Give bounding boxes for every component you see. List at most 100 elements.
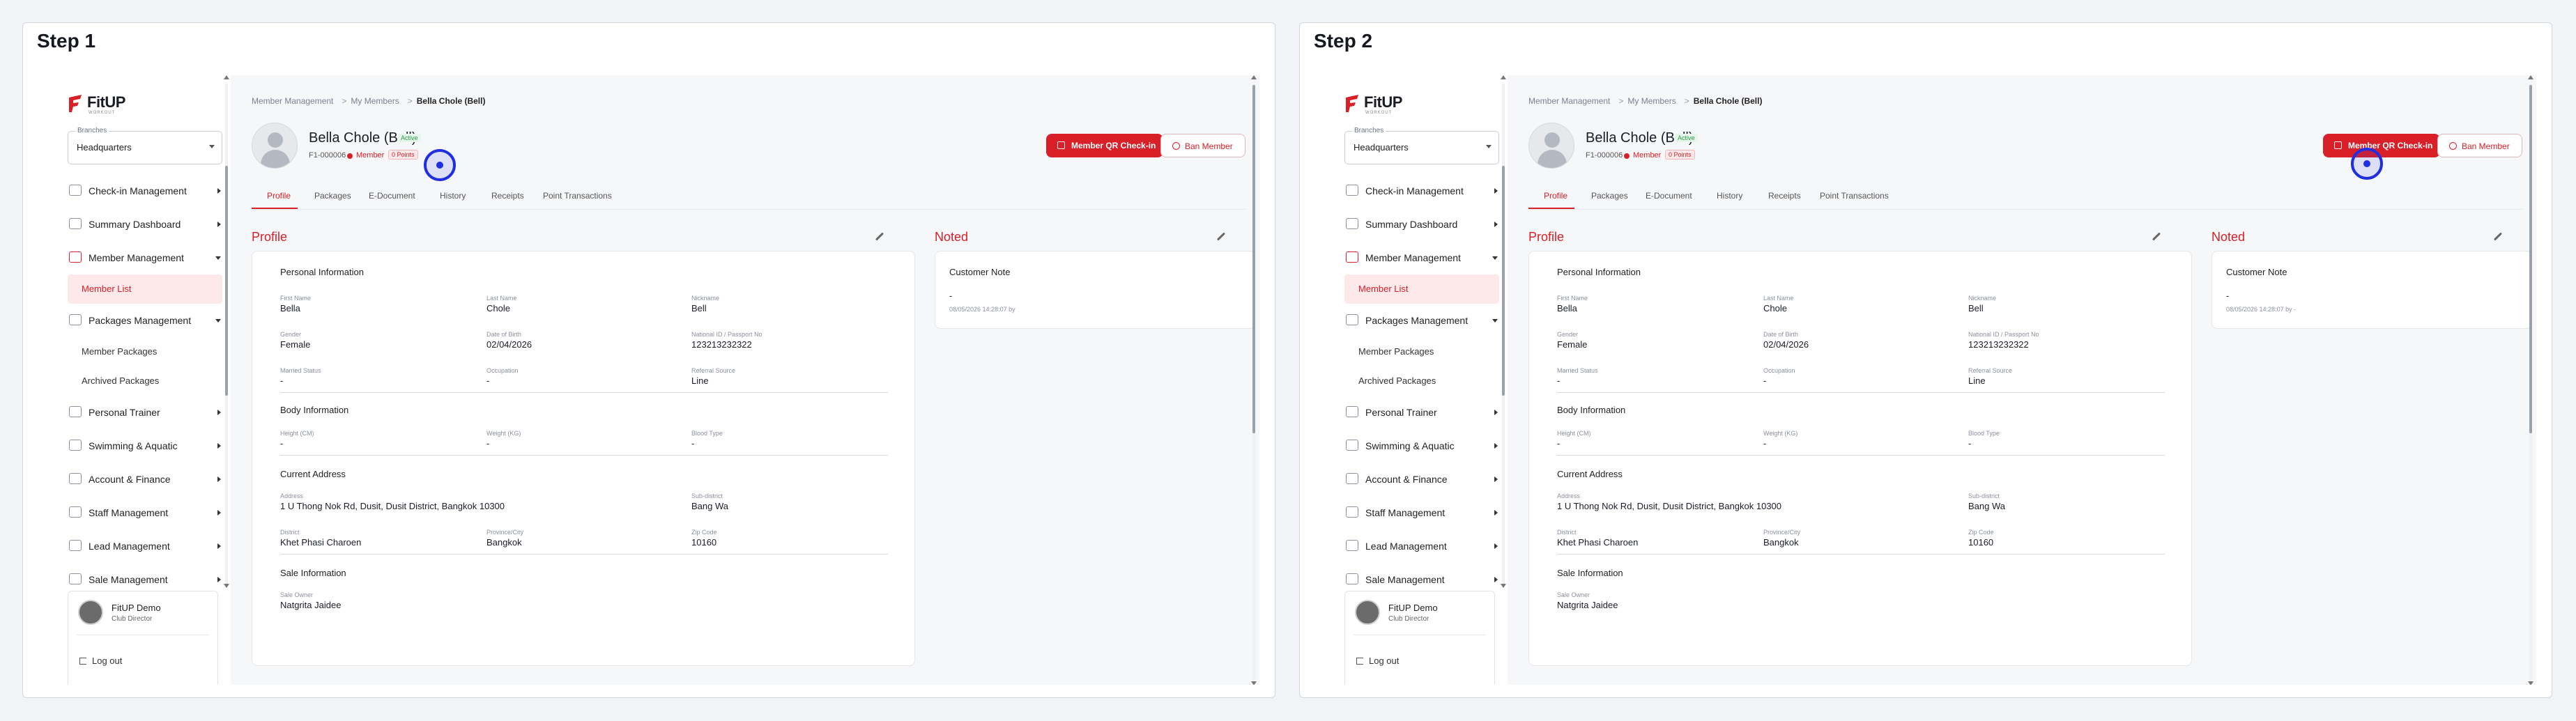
scroll-thumb[interactable] — [1502, 166, 1505, 396]
logo-mark-icon — [69, 95, 82, 112]
avatar — [78, 600, 103, 625]
breadcrumb-item[interactable]: Member Management — [1528, 96, 1610, 106]
field-label: Married Status — [1557, 367, 1598, 374]
field-value: - — [1763, 375, 1767, 386]
sidebar-item-summary[interactable]: Summary Dashboard — [68, 208, 222, 241]
sidebar-scrollbar[interactable] — [224, 75, 229, 591]
trainer-icon — [1346, 406, 1358, 417]
divider — [280, 554, 888, 555]
scroll-thumb[interactable] — [2529, 85, 2532, 433]
sidebar-item-member[interactable]: Member Management — [68, 241, 222, 274]
sidebar-item-summary[interactable]: Summary Dashboard — [1344, 208, 1499, 241]
dashboard-icon — [69, 218, 82, 229]
sidebar-item-trainer[interactable]: Personal Trainer — [1344, 396, 1499, 429]
scroll-down-icon[interactable] — [2528, 681, 2533, 685]
status-badge: Active — [1675, 134, 1698, 142]
scroll-up-icon[interactable] — [1251, 75, 1257, 79]
scroll-down-icon[interactable] — [1251, 681, 1257, 685]
edit-profile-icon[interactable] — [2152, 232, 2161, 241]
scroll-thumb[interactable] — [225, 166, 228, 396]
member-qr-checkin-button[interactable]: Member QR Check-in — [2323, 134, 2440, 157]
sidebar-item-checkin[interactable]: Check-in Management — [68, 174, 222, 208]
sidebar-item-swimming[interactable]: Swimming & Aquatic — [1344, 429, 1499, 463]
tab-packages[interactable]: Packages — [1591, 191, 1628, 201]
scroll-down-icon[interactable] — [1501, 584, 1506, 588]
chevron-down-icon — [215, 256, 221, 260]
step-title: Step 1 — [37, 30, 96, 52]
tab-edocument[interactable]: E-Document — [369, 191, 415, 201]
sidebar-item-lead[interactable]: Lead Management — [1344, 529, 1499, 563]
sidebar-item-trainer[interactable]: Personal Trainer — [68, 396, 222, 429]
sidebar-subitem-member-packages[interactable]: Member Packages — [1344, 337, 1499, 366]
breadcrumb-item[interactable]: Member Management — [252, 96, 333, 106]
breadcrumb-item[interactable]: My Members — [351, 96, 399, 106]
chevron-right-icon — [217, 577, 221, 582]
breadcrumb-item[interactable]: My Members — [1627, 96, 1676, 106]
profile-card: Personal Information First Name Bella La… — [1528, 251, 2192, 666]
sidebar-item-checkin[interactable]: Check-in Management — [1344, 174, 1499, 208]
scroll-up-icon[interactable] — [1501, 75, 1506, 79]
branch-select[interactable]: Branches Headquarters — [1344, 127, 1499, 164]
chevron-right-icon — [217, 188, 221, 194]
scroll-down-icon[interactable] — [224, 584, 229, 588]
edit-note-icon[interactable] — [2493, 232, 2503, 241]
field-label: Height (CM) — [1557, 430, 1591, 437]
edit-profile-icon[interactable] — [875, 232, 884, 241]
sidebar-item-label: Packages Management — [1365, 315, 1469, 326]
tab-point-transactions[interactable]: Point Transactions — [543, 191, 612, 201]
main-scrollbar[interactable] — [2528, 75, 2533, 685]
member-dot-icon — [347, 153, 353, 159]
sidebar-item-finance[interactable]: Account & Finance — [68, 463, 222, 496]
member-id: F1-000006 — [1586, 151, 1623, 160]
tab-edocument[interactable]: E-Document — [1646, 191, 1692, 201]
field-label: District — [1557, 529, 1577, 536]
caret-down-icon — [209, 145, 215, 148]
tab-receipts[interactable]: Receipts — [1768, 191, 1801, 201]
sidebar-item-label: Check-in Management — [1365, 185, 1464, 196]
sidebar-item-finance[interactable]: Account & Finance — [1344, 463, 1499, 496]
scroll-thumb[interactable] — [1252, 85, 1255, 433]
tab-packages[interactable]: Packages — [314, 191, 351, 201]
field-value: Bang Wa — [1968, 501, 2005, 511]
sidebar-subitem-member-list[interactable]: Member List — [1344, 274, 1499, 304]
field-value: 1 U Thong Nok Rd, Dusit, Dusit District,… — [1557, 501, 1782, 511]
tab-history[interactable]: History — [1717, 191, 1742, 201]
sidebar-item-packages[interactable]: Packages Management — [68, 304, 222, 337]
logout-button[interactable]: Log out — [92, 656, 122, 666]
sidebar-item-member[interactable]: Member Management — [1344, 241, 1499, 274]
field-value: - — [1557, 375, 1561, 386]
tab-history[interactable]: History — [440, 191, 466, 201]
sidebar-item-swimming[interactable]: Swimming & Aquatic — [68, 429, 222, 463]
sidebar-item-staff[interactable]: Staff Management — [1344, 496, 1499, 529]
sidebar-scrollbar[interactable] — [1501, 75, 1506, 591]
tab-profile[interactable]: Profile — [1544, 191, 1567, 201]
tab-profile[interactable]: Profile — [267, 191, 291, 201]
sidebar-item-label: Staff Management — [1365, 507, 1446, 518]
edit-note-icon[interactable] — [1216, 232, 1226, 241]
chevron-right-icon — [1494, 476, 1498, 482]
logout-button[interactable]: Log out — [1369, 656, 1399, 666]
group-title: Sale Information — [280, 568, 346, 578]
sidebar-subitem-member-list[interactable]: Member List — [68, 274, 222, 304]
sidebar-item-label: Sale Management — [1365, 574, 1445, 585]
field-value: Bang Wa — [691, 501, 728, 511]
sidebar-item-staff[interactable]: Staff Management — [68, 496, 222, 529]
sidebar-subitem-archived-packages[interactable]: Archived Packages — [68, 366, 222, 396]
tab-receipts[interactable]: Receipts — [491, 191, 524, 201]
sidebar-item-lead[interactable]: Lead Management — [68, 529, 222, 563]
ban-member-button[interactable]: Ban Member — [1160, 134, 1245, 157]
sidebar-subitem-archived-packages[interactable]: Archived Packages — [1344, 366, 1499, 396]
branch-select[interactable]: Branches Headquarters — [68, 127, 222, 164]
main-scrollbar[interactable] — [1251, 75, 1257, 685]
ban-icon — [1172, 142, 1180, 150]
note-meta: 08/05/2026 14:28:07 by — [949, 306, 1015, 313]
scroll-up-icon[interactable] — [2528, 75, 2533, 79]
sidebar-item-packages[interactable]: Packages Management — [1344, 304, 1499, 337]
button-label: Ban Member — [1185, 141, 1233, 151]
breadcrumb-separator: > — [407, 96, 413, 106]
member-qr-checkin-button[interactable]: Member QR Check-in — [1046, 134, 1163, 157]
tab-point-transactions[interactable]: Point Transactions — [1820, 191, 1889, 201]
sidebar-subitem-member-packages[interactable]: Member Packages — [68, 337, 222, 366]
ban-member-button[interactable]: Ban Member — [2437, 134, 2522, 157]
scroll-up-icon[interactable] — [224, 75, 229, 79]
